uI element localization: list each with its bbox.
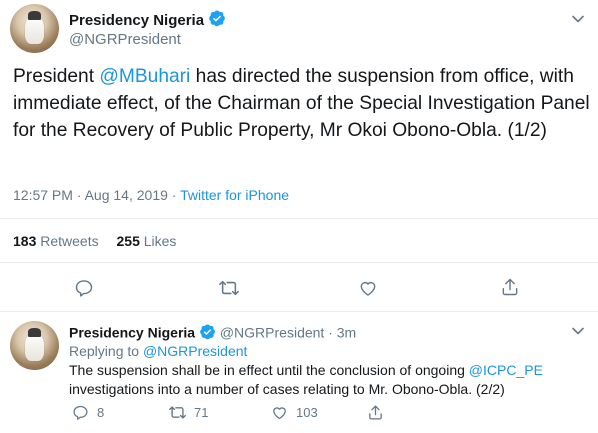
main-display-name[interactable]: Presidency Nigeria: [69, 12, 204, 29]
likes-stat[interactable]: 255 Likes: [117, 233, 177, 249]
reply-tweet-text: The suspension shall be in effect until …: [69, 362, 543, 397]
share-icon[interactable]: [500, 277, 520, 297]
main-handle[interactable]: @NGRPresident: [69, 30, 181, 50]
divider: [0, 262, 598, 263]
reply-avatar[interactable]: [10, 321, 59, 370]
engagement-stats: 183 Retweets 255 Likes: [13, 232, 176, 251]
main-timestamp-line: 12:57 PM · Aug 14, 2019 · Twitter for iP…: [13, 186, 289, 205]
retweets-stat[interactable]: 183 Retweets: [13, 233, 99, 249]
retweet-icon[interactable]: [218, 278, 240, 298]
reply-icon[interactable]: [74, 278, 94, 298]
divider: [0, 311, 598, 312]
like-icon[interactable]: [358, 278, 378, 298]
verified-badge-icon: [208, 9, 226, 33]
like-count: 103: [296, 405, 318, 420]
main-timestamp[interactable]: 12:57 PM · Aug 14, 2019 ·: [13, 187, 180, 203]
reply-display-name[interactable]: Presidency Nigeria: [69, 325, 195, 341]
source-link[interactable]: Twitter for iPhone: [180, 187, 289, 203]
reply-icon: [72, 404, 89, 421]
reply-action-retweet[interactable]: 71: [168, 404, 208, 421]
retweet-count: 71: [194, 405, 209, 420]
mention-link[interactable]: @ICPC_PE: [469, 362, 543, 378]
reply-action-reply[interactable]: 8: [72, 404, 104, 421]
mention-link[interactable]: @MBuhari: [99, 66, 190, 87]
share-icon[interactable]: [367, 404, 384, 421]
reply-time[interactable]: · 3m: [328, 325, 356, 341]
reply-handle[interactable]: @NGRPresident: [220, 325, 324, 341]
like-icon: [271, 404, 288, 421]
main-avatar[interactable]: [10, 4, 59, 53]
retweet-icon: [168, 404, 187, 421]
chevron-down-icon[interactable]: [571, 12, 585, 26]
chevron-down-icon[interactable]: [571, 324, 585, 338]
replying-to-link[interactable]: @NGRPresident: [143, 343, 247, 359]
divider: [0, 218, 598, 219]
main-tweet-text: President @MBuhari has directed the susp…: [13, 66, 590, 141]
reply-action-like[interactable]: 103: [271, 404, 318, 421]
reply-count: 8: [97, 405, 105, 420]
replying-to: Replying to @NGRPresident: [69, 343, 248, 359]
